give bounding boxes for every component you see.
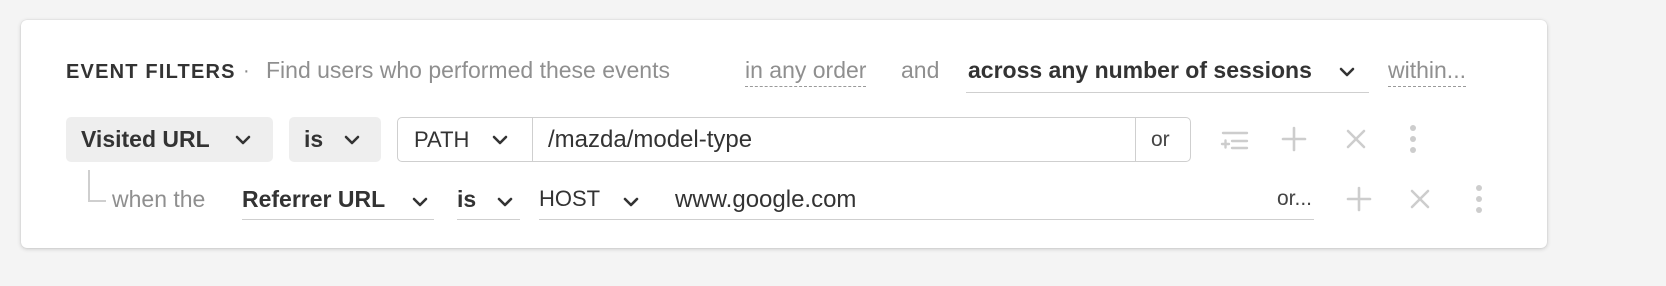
- property-select[interactable]: Referrer URL: [242, 181, 434, 220]
- plus-icon[interactable]: [1281, 126, 1307, 152]
- sub-filter-connector: when the: [112, 186, 206, 212]
- within-selector[interactable]: within...: [1388, 57, 1466, 87]
- sessions-select[interactable]: across any number of sessions: [966, 53, 1369, 93]
- section-title: EVENT FILTERS: [66, 61, 236, 83]
- more-vertical-icon[interactable]: [1475, 184, 1483, 214]
- url-filter-input-group: PATH /mazda/model-type or: [397, 117, 1191, 162]
- or-button-label: or: [1151, 128, 1170, 151]
- close-icon[interactable]: [1345, 128, 1367, 150]
- title-separator: ·: [243, 60, 250, 82]
- plus-icon[interactable]: [1346, 186, 1372, 212]
- chevron-down-icon: [412, 197, 428, 207]
- more-vertical-icon[interactable]: [1409, 124, 1417, 154]
- operator-select[interactable]: is: [289, 117, 381, 162]
- chevron-down-icon: [497, 197, 513, 207]
- or-more-button[interactable]: or...: [1277, 187, 1312, 211]
- or-button[interactable]: or: [1135, 118, 1190, 161]
- sub-operator-label: is: [457, 186, 477, 212]
- operator-select-label: is: [304, 126, 324, 152]
- sub-operator-select[interactable]: is: [457, 181, 520, 220]
- match-type-select[interactable]: PATH: [398, 118, 533, 161]
- order-selector[interactable]: in any order: [745, 57, 867, 87]
- chevron-down-icon: [623, 197, 639, 207]
- chevron-down-icon: [1339, 67, 1355, 77]
- sessions-select-label: across any number of sessions: [968, 57, 1312, 83]
- close-icon[interactable]: [1409, 188, 1431, 210]
- chevron-down-icon: [492, 135, 508, 145]
- match-type-label: PATH: [414, 127, 470, 152]
- host-value-input[interactable]: www.google.com: [675, 186, 856, 214]
- host-match-type-select[interactable]: HOST: [539, 186, 600, 212]
- event-select-label: Visited URL: [81, 126, 210, 152]
- chevron-down-icon: [344, 135, 360, 145]
- sub-filter-branch-line: [88, 170, 106, 202]
- chevron-down-icon: [235, 135, 251, 145]
- event-select[interactable]: Visited URL: [66, 117, 273, 162]
- event-filters-panel: EVENT FILTERS · Find users who performed…: [21, 20, 1547, 248]
- host-filter-input-group: HOST www.google.com or...: [539, 181, 1314, 220]
- and-label: and: [901, 57, 940, 83]
- url-value-input[interactable]: /mazda/model-type: [548, 126, 752, 154]
- filter-add-icon[interactable]: [1220, 127, 1250, 151]
- filter-description: Find users who performed these events: [266, 57, 670, 83]
- property-select-label: Referrer URL: [242, 186, 386, 212]
